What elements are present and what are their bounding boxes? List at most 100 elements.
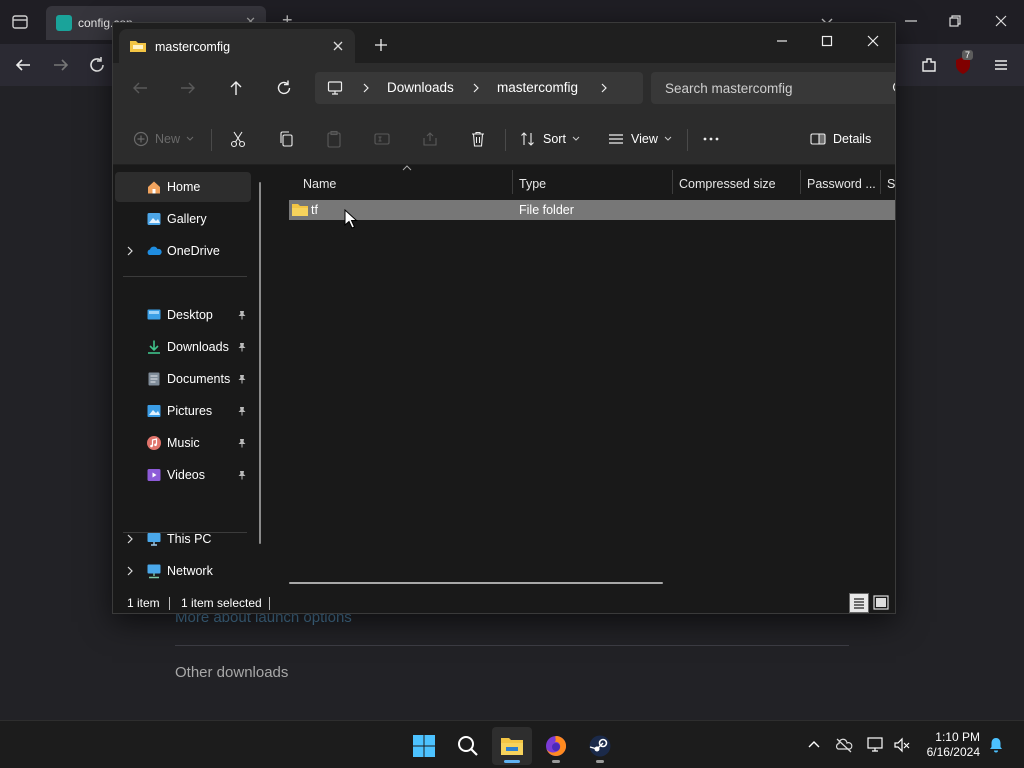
- column-header-compressed-size[interactable]: Compressed size: [679, 166, 799, 198]
- paste-button[interactable]: [325, 127, 343, 151]
- sort-ascending-icon: [401, 164, 413, 172]
- home-icon: [146, 179, 162, 195]
- column-divider[interactable]: [672, 170, 673, 194]
- pin-icon[interactable]: [237, 438, 247, 448]
- sidebar-item-label: Gallery: [167, 212, 207, 226]
- rename-button[interactable]: [373, 127, 391, 151]
- column-header-size[interactable]: Si: [887, 166, 895, 198]
- taskbar-steam[interactable]: [580, 727, 620, 765]
- tab-close-icon[interactable]: [329, 37, 347, 55]
- copy-button[interactable]: [277, 127, 295, 151]
- address-bar[interactable]: Downloads mastercomfig: [315, 72, 643, 104]
- maximize-icon[interactable]: [815, 29, 839, 53]
- sidebar-item-desktop[interactable]: Desktop: [115, 300, 251, 330]
- file-row[interactable]: tf File folder: [289, 200, 895, 220]
- copy-icon: [280, 131, 293, 147]
- sidebar-item-onedrive[interactable]: OneDrive: [115, 236, 251, 266]
- chevron-right-icon[interactable]: [125, 534, 135, 544]
- extension-badge: 7: [962, 50, 974, 60]
- share-button[interactable]: [421, 127, 439, 151]
- browser-forward-icon[interactable]: [50, 54, 72, 76]
- pin-icon[interactable]: [237, 406, 247, 416]
- search-icon[interactable]: [891, 80, 895, 96]
- breadcrumb-mastercomfig[interactable]: mastercomfig: [497, 80, 578, 95]
- browser-menu-icon[interactable]: [990, 54, 1012, 76]
- tab-list-icon[interactable]: [8, 11, 32, 33]
- column-divider[interactable]: [512, 170, 513, 194]
- sidebar-item-home[interactable]: Home: [115, 172, 251, 202]
- breadcrumb-downloads[interactable]: Downloads: [387, 80, 454, 95]
- minimize-icon[interactable]: [770, 29, 794, 53]
- chevron-right-icon[interactable]: [359, 81, 373, 95]
- details-label: Details: [833, 132, 872, 146]
- explorer-tab[interactable]: mastercomfig: [119, 29, 355, 63]
- explorer-tab-title: mastercomfig: [155, 40, 231, 54]
- browser-reload-icon[interactable]: [86, 54, 108, 76]
- sidebar-item-documents[interactable]: Documents: [115, 364, 251, 394]
- windows-logo-icon: [412, 734, 436, 758]
- browser-minimize-icon[interactable]: [900, 10, 922, 32]
- browser-close-icon[interactable]: [990, 10, 1012, 32]
- taskbar-file-explorer[interactable]: [492, 727, 532, 765]
- sidebar-item-network[interactable]: Network: [115, 556, 251, 586]
- tiles-view-button[interactable]: [871, 593, 891, 613]
- pin-icon[interactable]: [237, 374, 247, 384]
- chevron-right-icon[interactable]: [597, 81, 611, 95]
- toolbar-divider: [211, 129, 212, 151]
- new-button[interactable]: New: [133, 127, 194, 151]
- column-divider[interactable]: [880, 170, 881, 194]
- taskbar-search-button[interactable]: [448, 727, 488, 765]
- sidebar-item-videos[interactable]: Videos: [115, 460, 251, 490]
- sidebar-scrollbar[interactable]: [259, 182, 261, 544]
- column-divider[interactable]: [800, 170, 801, 194]
- up-arrow-icon[interactable]: [225, 77, 247, 99]
- folder-icon: [291, 202, 309, 217]
- sort-button[interactable]: Sort: [519, 127, 580, 151]
- close-icon[interactable]: [861, 29, 885, 53]
- onedrive-offline-icon[interactable]: [834, 735, 854, 755]
- sidebar-item-pictures[interactable]: Pictures: [115, 396, 251, 426]
- browser-back-icon[interactable]: [12, 54, 34, 76]
- network-status-icon[interactable]: [866, 735, 886, 755]
- browser-restore-icon[interactable]: [944, 10, 966, 32]
- chevron-right-icon[interactable]: [125, 566, 135, 576]
- pin-icon[interactable]: [237, 310, 247, 320]
- pin-icon[interactable]: [237, 342, 247, 352]
- new-tab-icon[interactable]: [373, 37, 389, 53]
- delete-button[interactable]: [469, 127, 487, 151]
- horizontal-scrollbar[interactable]: [289, 582, 663, 584]
- refresh-icon[interactable]: [273, 77, 295, 99]
- tray-chevron-up-icon[interactable]: [804, 735, 824, 755]
- details-pane-button[interactable]: Details: [809, 127, 871, 151]
- search-input[interactable]: [665, 78, 885, 98]
- extensions-icon[interactable]: [918, 54, 940, 76]
- pictures-icon: [146, 403, 162, 419]
- cut-button[interactable]: [229, 127, 247, 151]
- more-options-button[interactable]: [701, 127, 721, 151]
- back-arrow-icon[interactable]: [129, 77, 151, 99]
- volume-muted-icon[interactable]: [892, 735, 912, 755]
- column-header-password[interactable]: Password ...: [807, 166, 879, 198]
- toolbar-divider: [687, 129, 688, 151]
- sidebar-item-gallery[interactable]: Gallery: [115, 204, 251, 234]
- view-button[interactable]: View: [607, 127, 672, 151]
- system-clock[interactable]: 1:10 PM 6/16/2024: [927, 730, 980, 760]
- details-view-button[interactable]: [849, 593, 869, 613]
- sidebar-item-music[interactable]: Music: [115, 428, 251, 458]
- start-button[interactable]: [404, 727, 444, 765]
- sidebar-item-label: Pictures: [167, 404, 213, 418]
- notification-bell-icon[interactable]: [986, 735, 1006, 755]
- sidebar-item-this-pc[interactable]: This PC: [115, 524, 251, 554]
- ublock-icon[interactable]: 7: [952, 50, 974, 76]
- chevron-right-icon[interactable]: [125, 246, 135, 256]
- download-icon: [146, 339, 162, 355]
- sidebar-item-label: Music: [167, 436, 200, 450]
- pin-icon[interactable]: [237, 470, 247, 480]
- taskbar-firefox[interactable]: [536, 727, 576, 765]
- sidebar-item-label: Downloads: [167, 340, 229, 354]
- sidebar-item-downloads[interactable]: Downloads: [115, 332, 251, 362]
- forward-arrow-icon[interactable]: [177, 77, 199, 99]
- chevron-right-icon[interactable]: [469, 81, 483, 95]
- command-bar: New Sort View Details: [113, 113, 895, 165]
- column-header-type[interactable]: Type: [519, 166, 669, 198]
